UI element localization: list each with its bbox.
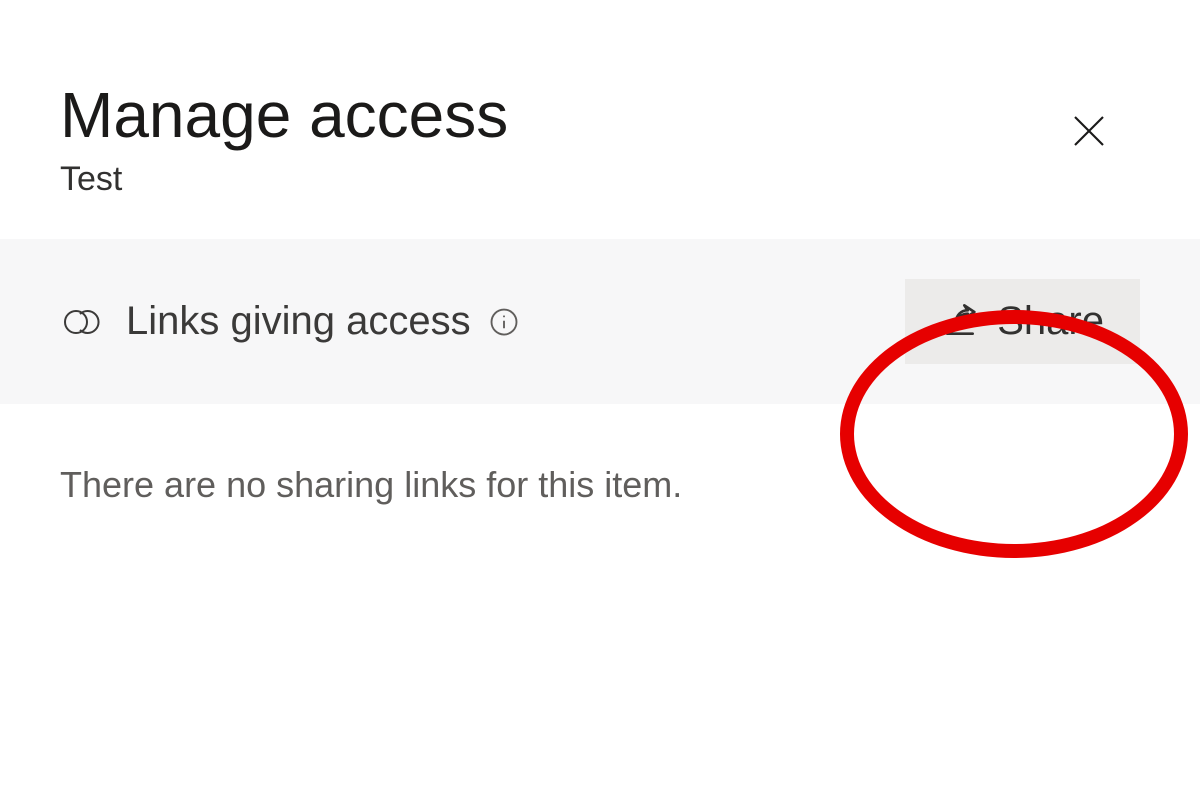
- links-section-heading-group: Links giving access: [60, 299, 519, 344]
- item-name: Test: [60, 160, 508, 199]
- close-button[interactable]: [1058, 100, 1120, 165]
- info-icon[interactable]: [489, 307, 519, 337]
- share-button-label: Share: [997, 299, 1104, 344]
- title-block: Manage access Test: [60, 80, 508, 199]
- share-icon: [941, 302, 981, 342]
- manage-access-panel: Manage access Test Links giving access: [0, 0, 1200, 800]
- panel-header: Manage access Test: [0, 0, 1200, 239]
- link-icon: [60, 302, 108, 342]
- empty-state-message: There are no sharing links for this item…: [0, 404, 1200, 566]
- links-section-heading: Links giving access: [126, 299, 471, 344]
- links-section-bar: Links giving access Share: [0, 239, 1200, 404]
- panel-title: Manage access: [60, 80, 508, 150]
- share-button[interactable]: Share: [905, 279, 1140, 364]
- close-icon: [1068, 110, 1110, 152]
